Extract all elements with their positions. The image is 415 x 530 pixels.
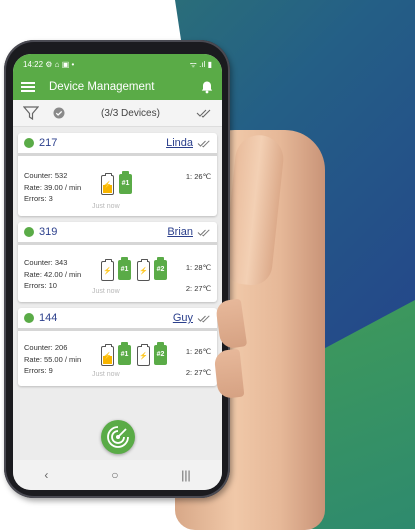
double-check-icon (197, 314, 210, 323)
radar-icon (107, 426, 129, 448)
double-check-icon[interactable] (196, 108, 212, 118)
temp-text: 2: 27℃ (185, 368, 211, 377)
battery-charging-icon: ⚡ (137, 344, 150, 366)
battery-green-icon: #2 (154, 342, 167, 365)
device-card[interactable]: 217 Linda Counter: 532 Rate: 39.00 / min… (18, 133, 217, 216)
updated-text: Just now (92, 371, 120, 378)
menu-icon[interactable] (21, 82, 35, 92)
battery-charging-icon: ⚡ (101, 344, 114, 366)
counter-text: Counter: 206 (24, 343, 68, 352)
phone-screen: 14:22 ⚙ ⌂ ▣ • ᯤ .ıl ▮ Device Management … (13, 54, 222, 490)
status-dot (24, 227, 34, 237)
errors-text: Errors: 10 (24, 281, 57, 290)
rate-text: Rate: 42.00 / min (24, 269, 82, 279)
rate-text: Rate: 55.00 / min (24, 354, 82, 364)
battery-green-icon: #1 (119, 171, 132, 194)
errors-text: Errors: 9 (24, 366, 53, 375)
device-card-body: Counter: 343 Rate: 42.00 / min Errors: 1… (18, 245, 217, 302)
errors-text: Errors: 3 (24, 194, 53, 203)
device-id: 144 (39, 312, 58, 324)
filter-icon[interactable] (23, 106, 39, 120)
device-card-header: 319 Brian (18, 222, 217, 245)
device-card-header: 144 Guy (18, 308, 217, 331)
updated-text: Just now (92, 203, 120, 210)
device-card-header: 217 Linda (18, 133, 217, 156)
battery-green-icon: #2 (154, 257, 167, 280)
back-button[interactable]: ‹ (44, 468, 48, 482)
app-title: Device Management (49, 81, 155, 93)
bell-icon[interactable] (200, 80, 214, 94)
battery-charging-icon: ⚡ (137, 259, 150, 281)
device-id: 319 (39, 226, 58, 238)
status-dot (24, 313, 34, 323)
device-card-body: Counter: 206 Rate: 55.00 / min Errors: 9… (18, 331, 217, 386)
check-circle-icon[interactable] (53, 107, 65, 119)
device-id: 217 (39, 137, 58, 149)
counter-text: Counter: 343 (24, 258, 68, 267)
user-link[interactable]: Guy (173, 312, 193, 324)
filter-toolbar: (3/3 Devices) (13, 100, 222, 127)
battery-charging-icon: ⚡ (101, 259, 114, 281)
user-link[interactable]: Brian (167, 226, 193, 238)
battery-green-icon: #1 (118, 257, 131, 280)
recent-apps-button[interactable]: ||| (181, 468, 190, 482)
status-time: 14:22 (23, 59, 44, 69)
user-link[interactable]: Linda (166, 137, 193, 149)
home-button[interactable]: ○ (111, 468, 118, 482)
battery-charging-icon: ⚡ (101, 173, 114, 195)
updated-text: Just now (92, 288, 120, 295)
double-check-icon (197, 228, 210, 237)
device-card[interactable]: 319 Brian Counter: 343 Rate: 42.00 / min… (18, 222, 217, 302)
temp-text: 1: 26℃ (185, 347, 211, 356)
radar-scan-button[interactable] (101, 420, 135, 454)
temp-text: 1: 26℃ (185, 172, 211, 181)
temp-text: 2: 27℃ (185, 284, 211, 293)
app-bar: Device Management (13, 74, 222, 100)
status-bar: 14:22 ⚙ ⌂ ▣ • ᯤ .ıl ▮ (13, 54, 222, 74)
device-count: (3/3 Devices) (101, 107, 160, 119)
status-right-icons: ᯤ .ıl ▮ (189, 59, 212, 69)
device-card-body: Counter: 532 Rate: 39.00 / min Errors: 3… (18, 156, 217, 216)
battery-green-icon: #1 (118, 342, 131, 365)
device-card[interactable]: 144 Guy Counter: 206 Rate: 55.00 / min E… (18, 308, 217, 386)
counter-text: Counter: 532 (24, 171, 68, 180)
system-nav-bar: ‹ ○ ||| (13, 460, 222, 490)
rate-text: Rate: 39.00 / min (24, 182, 82, 192)
status-dot (24, 138, 34, 148)
status-left-icons: ⚙ ⌂ ▣ • (45, 59, 75, 69)
double-check-icon (197, 139, 210, 148)
temp-text: 1: 28℃ (185, 263, 211, 272)
